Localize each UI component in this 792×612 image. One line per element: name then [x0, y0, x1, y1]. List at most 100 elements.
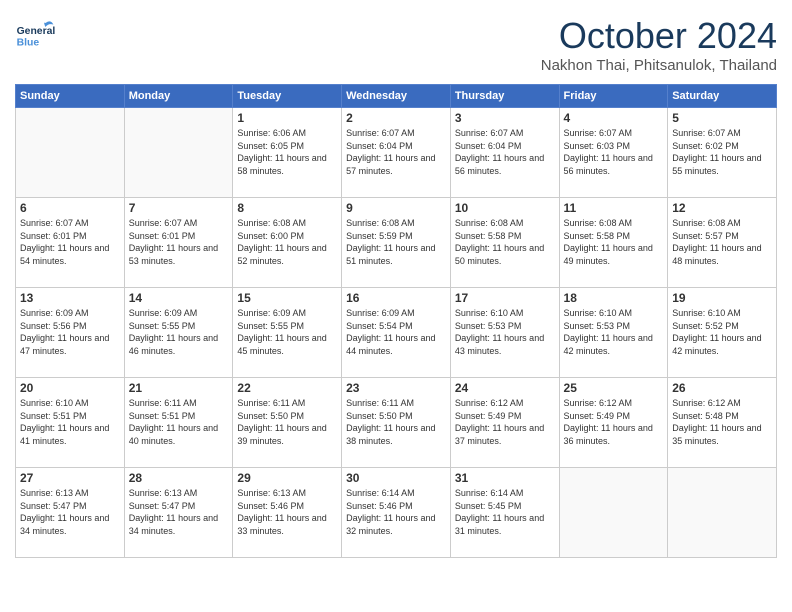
day-number: 4 — [564, 111, 664, 125]
table-row: 30Sunrise: 6:14 AMSunset: 5:46 PMDayligh… — [342, 468, 451, 558]
day-number: 1 — [237, 111, 337, 125]
table-row: 24 Sunrise: 6:12 AMSunset: 5:49 PMDayligh… — [450, 378, 559, 468]
table-row: 22 Sunrise: 6:11 AMSunset: 5:50 PMDayligh… — [233, 378, 342, 468]
day-info: Sunrise: 6:11 AMSunset: 5:50 PMDaylight:… — [346, 397, 446, 447]
day-number: 14 — [129, 291, 229, 305]
day-info: Sunrise: 6:13 AMSunset: 5:47 PMDaylight:… — [129, 487, 229, 537]
day-number: 2 — [346, 111, 446, 125]
title-block: October 2024 Nakhon Thai, Phitsanulok, T… — [541, 15, 777, 74]
table-row — [16, 108, 125, 198]
table-row: 25 Sunrise: 6:12 AMSunset: 5:49 PMDayligh… — [559, 378, 668, 468]
day-info: Sunrise: 6:10 AMSunset: 5:52 PMDaylight:… — [672, 307, 772, 357]
day-info: Sunrise: 6:09 AMSunset: 5:55 PMDaylight:… — [237, 307, 337, 357]
table-row: 12 Sunrise: 6:08 AMSunset: 5:57 PMDayligh… — [668, 198, 777, 288]
day-info: Sunrise: 6:09 AMSunset: 5:56 PMDaylight:… — [20, 307, 120, 357]
day-number: 27 — [20, 471, 120, 485]
day-number: 29 — [237, 471, 337, 485]
day-info: Sunrise: 6:07 AMSunset: 6:01 PMDaylight:… — [20, 217, 120, 267]
day-number: 16 — [346, 291, 446, 305]
table-row: 11 Sunrise: 6:08 AMSunset: 5:58 PMDayligh… — [559, 198, 668, 288]
table-row: 8Sunrise: 6:08 AMSunset: 6:00 PMDaylight… — [233, 198, 342, 288]
table-row: 1 Sunrise: 6:06 AMSunset: 6:05 PMDaylight… — [233, 108, 342, 198]
day-info: Sunrise: 6:06 AMSunset: 6:05 PMDaylight:… — [237, 127, 337, 177]
day-info: Sunrise: 6:08 AMSunset: 5:59 PMDaylight:… — [346, 217, 446, 267]
table-row: 13Sunrise: 6:09 AMSunset: 5:56 PMDayligh… — [16, 288, 125, 378]
day-info: Sunrise: 6:12 AMSunset: 5:48 PMDaylight:… — [672, 397, 772, 447]
table-row: 21 Sunrise: 6:11 AMSunset: 5:51 PMDayligh… — [124, 378, 233, 468]
day-info: Sunrise: 6:08 AMSunset: 5:57 PMDaylight:… — [672, 217, 772, 267]
day-number: 11 — [564, 201, 664, 215]
table-row: 15Sunrise: 6:09 AMSunset: 5:55 PMDayligh… — [233, 288, 342, 378]
day-info: Sunrise: 6:14 AMSunset: 5:45 PMDaylight:… — [455, 487, 555, 537]
header-sunday: Sunday — [16, 85, 125, 108]
calendar-week-3: 13Sunrise: 6:09 AMSunset: 5:56 PMDayligh… — [16, 288, 777, 378]
table-row: 29 Sunrise: 6:13 AMSunset: 5:46 PMDayligh… — [233, 468, 342, 558]
header-monday: Monday — [124, 85, 233, 108]
day-number: 28 — [129, 471, 229, 485]
table-row: 7 Sunrise: 6:07 AMSunset: 6:01 PMDaylight… — [124, 198, 233, 288]
table-row — [559, 468, 668, 558]
day-number: 31 — [455, 471, 555, 485]
table-row: 27Sunrise: 6:13 AMSunset: 5:47 PMDayligh… — [16, 468, 125, 558]
table-row: 28 Sunrise: 6:13 AMSunset: 5:47 PMDayligh… — [124, 468, 233, 558]
header-tuesday: Tuesday — [233, 85, 342, 108]
day-info: Sunrise: 6:11 AMSunset: 5:51 PMDaylight:… — [129, 397, 229, 447]
day-number: 18 — [564, 291, 664, 305]
day-number: 22 — [237, 381, 337, 395]
day-number: 20 — [20, 381, 120, 395]
table-row: 4Sunrise: 6:07 AMSunset: 6:03 PMDaylight… — [559, 108, 668, 198]
day-info: Sunrise: 6:12 AMSunset: 5:49 PMDaylight:… — [455, 397, 555, 447]
header-saturday: Saturday — [668, 85, 777, 108]
month-title: October 2024 — [541, 15, 777, 57]
table-row: 10Sunrise: 6:08 AMSunset: 5:58 PMDayligh… — [450, 198, 559, 288]
day-number: 17 — [455, 291, 555, 305]
day-number: 7 — [129, 201, 229, 215]
day-info: Sunrise: 6:07 AMSunset: 6:04 PMDaylight:… — [346, 127, 446, 177]
table-row: 18 Sunrise: 6:10 AMSunset: 5:53 PMDayligh… — [559, 288, 668, 378]
day-info: Sunrise: 6:07 AMSunset: 6:02 PMDaylight:… — [672, 127, 772, 177]
day-info: Sunrise: 6:07 AMSunset: 6:04 PMDaylight:… — [455, 127, 555, 177]
header-wednesday: Wednesday — [342, 85, 451, 108]
day-info: Sunrise: 6:08 AMSunset: 5:58 PMDaylight:… — [564, 217, 664, 267]
table-row: 19 Sunrise: 6:10 AMSunset: 5:52 PMDayligh… — [668, 288, 777, 378]
table-row: 5 Sunrise: 6:07 AMSunset: 6:02 PMDaylight… — [668, 108, 777, 198]
day-info: Sunrise: 6:10 AMSunset: 5:51 PMDaylight:… — [20, 397, 120, 447]
table-row: 17Sunrise: 6:10 AMSunset: 5:53 PMDayligh… — [450, 288, 559, 378]
day-number: 30 — [346, 471, 446, 485]
calendar-table: Sunday Monday Tuesday Wednesday Thursday… — [15, 84, 777, 558]
table-row — [124, 108, 233, 198]
header-friday: Friday — [559, 85, 668, 108]
table-row: 14Sunrise: 6:09 AMSunset: 5:55 PMDayligh… — [124, 288, 233, 378]
table-row: 6Sunrise: 6:07 AMSunset: 6:01 PMDaylight… — [16, 198, 125, 288]
day-number: 12 — [672, 201, 772, 215]
day-info: Sunrise: 6:12 AMSunset: 5:49 PMDaylight:… — [564, 397, 664, 447]
day-number: 3 — [455, 111, 555, 125]
header-thursday: Thursday — [450, 85, 559, 108]
day-number: 24 — [455, 381, 555, 395]
page-header: General Blue October 2024 Nakhon Thai, P… — [15, 15, 777, 74]
table-row: 3 Sunrise: 6:07 AMSunset: 6:04 PMDaylight… — [450, 108, 559, 198]
day-info: Sunrise: 6:07 AMSunset: 6:01 PMDaylight:… — [129, 217, 229, 267]
day-info: Sunrise: 6:10 AMSunset: 5:53 PMDaylight:… — [564, 307, 664, 357]
day-number: 19 — [672, 291, 772, 305]
day-number: 25 — [564, 381, 664, 395]
day-info: Sunrise: 6:13 AMSunset: 5:46 PMDaylight:… — [237, 487, 337, 537]
location-subtitle: Nakhon Thai, Phitsanulok, Thailand — [541, 57, 777, 74]
day-number: 23 — [346, 381, 446, 395]
day-number: 5 — [672, 111, 772, 125]
day-info: Sunrise: 6:11 AMSunset: 5:50 PMDaylight:… — [237, 397, 337, 447]
table-row: 9Sunrise: 6:08 AMSunset: 5:59 PMDaylight… — [342, 198, 451, 288]
table-row: 2 Sunrise: 6:07 AMSunset: 6:04 PMDaylight… — [342, 108, 451, 198]
logo-icon: General Blue — [15, 15, 55, 55]
table-row: 26Sunrise: 6:12 AMSunset: 5:48 PMDayligh… — [668, 378, 777, 468]
table-row: 23 Sunrise: 6:11 AMSunset: 5:50 PMDayligh… — [342, 378, 451, 468]
calendar-week-1: 1 Sunrise: 6:06 AMSunset: 6:05 PMDaylight… — [16, 108, 777, 198]
logo: General Blue — [15, 15, 55, 55]
calendar-header-row: Sunday Monday Tuesday Wednesday Thursday… — [16, 85, 777, 108]
table-row: 20 Sunrise: 6:10 AMSunset: 5:51 PMDayligh… — [16, 378, 125, 468]
table-row — [668, 468, 777, 558]
day-number: 21 — [129, 381, 229, 395]
table-row: 31 Sunrise: 6:14 AMSunset: 5:45 PMDayligh… — [450, 468, 559, 558]
calendar-week-5: 27 Sunrise: 6:13 AMSunset: 5:47 PMDayligh… — [16, 468, 777, 558]
day-info: Sunrise: 6:08 AMSunset: 6:00 PMDaylight:… — [237, 217, 337, 267]
